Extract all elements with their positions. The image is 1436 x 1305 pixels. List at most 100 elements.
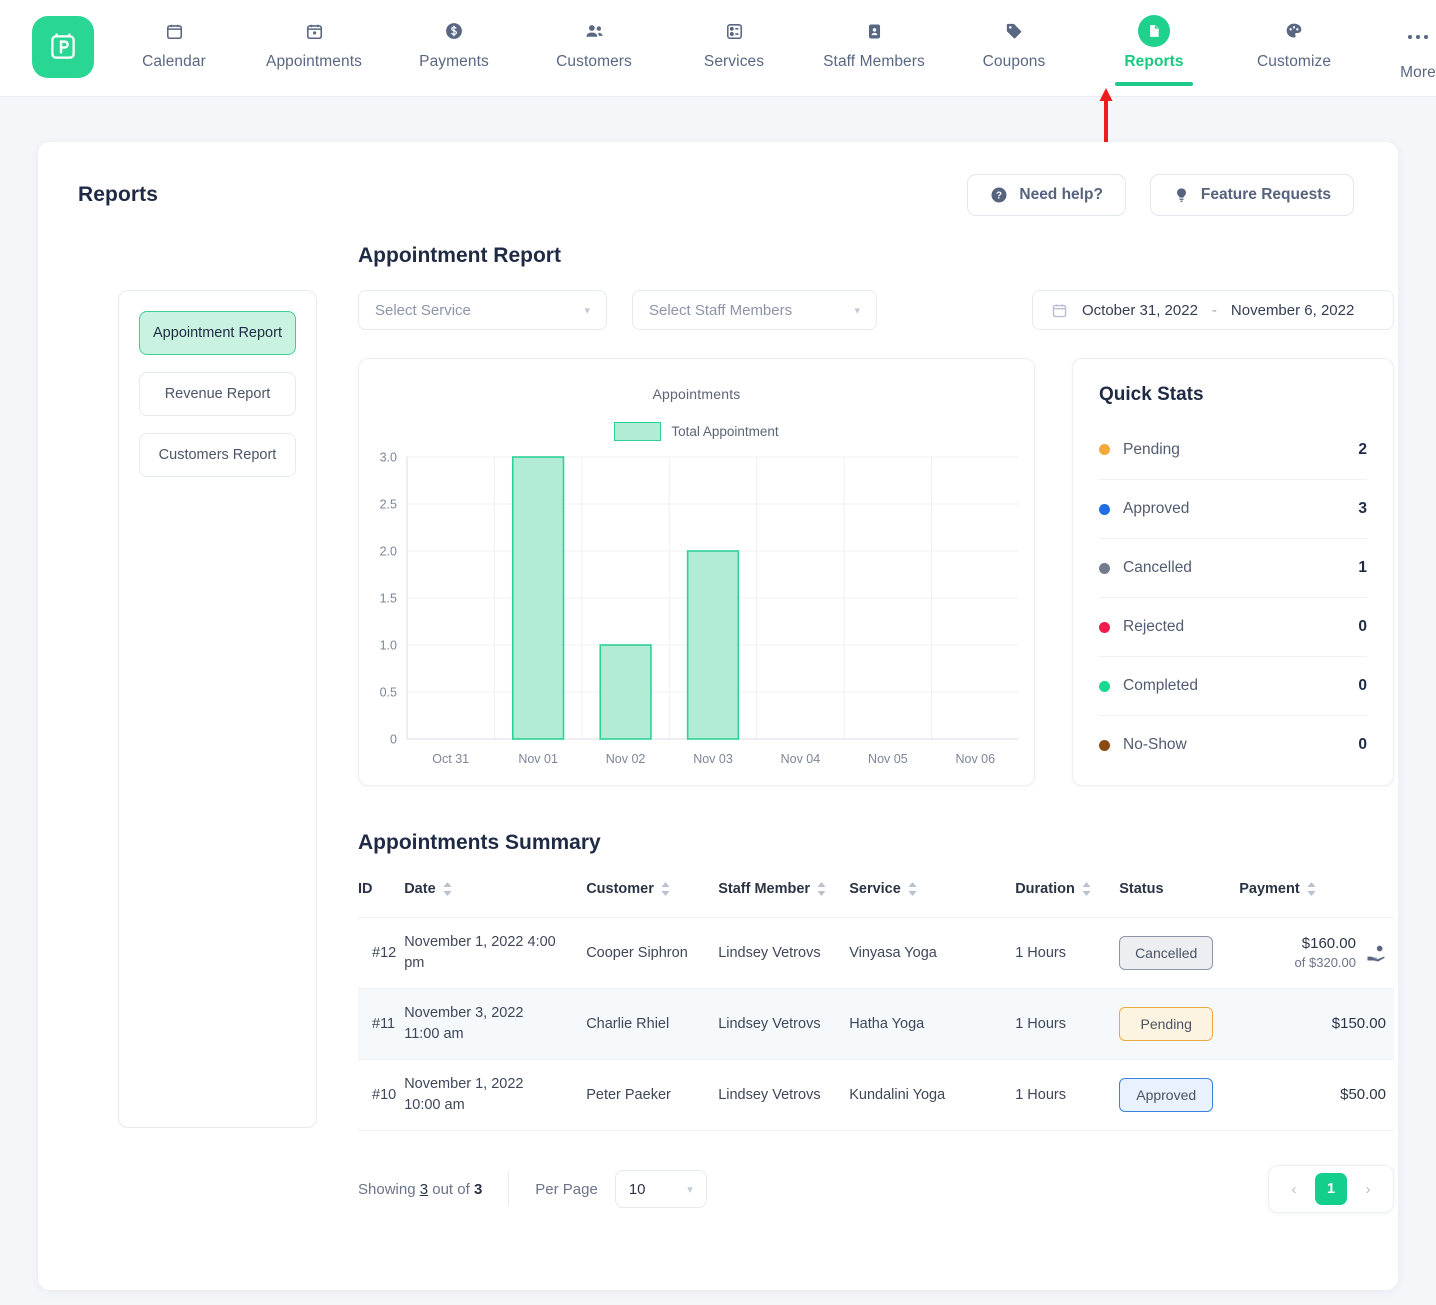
quick-stat-row: Rejected0 xyxy=(1099,597,1367,656)
status-dot-icon xyxy=(1099,622,1110,633)
quick-stats-card: Quick Stats Pending2Approved3Cancelled1R… xyxy=(1072,358,1394,786)
nav-items: Calendar Appointments Payments Customers xyxy=(104,0,1436,82)
sidebar-item-revenue-report[interactable]: Revenue Report xyxy=(139,372,296,416)
table-row[interactable]: #10November 1, 2022 10:00 amPeter Paeker… xyxy=(358,1060,1394,1131)
nav-item-services[interactable]: Services xyxy=(664,0,804,71)
sort-arrows-icon[interactable] xyxy=(661,882,670,896)
date-separator: - xyxy=(1212,302,1217,319)
sort-arrows-icon[interactable] xyxy=(817,882,826,896)
cell-service: Kundalini Yoga xyxy=(849,1060,1015,1131)
customers-icon xyxy=(584,16,605,46)
payment-amount: $160.00of $320.00 xyxy=(1295,933,1356,974)
legend-label: Total Appointment xyxy=(671,424,778,439)
active-tab-underline xyxy=(1115,82,1193,86)
report-main: Select Service ▾ Select Staff Members ▾ … xyxy=(358,290,1394,1223)
status-dot-icon xyxy=(1099,740,1110,751)
x-axis-tick-label: Nov 01 xyxy=(518,752,558,766)
select-staff-dropdown[interactable]: Select Staff Members ▾ xyxy=(632,290,877,330)
y-axis-tick-label: 1.5 xyxy=(380,592,397,606)
per-page-select[interactable]: 10 ▾ xyxy=(615,1170,707,1208)
cell-payment: $160.00of $320.00 xyxy=(1239,918,1394,989)
sidebar-item-customers-report[interactable]: Customers Report xyxy=(139,433,296,477)
cell-date: November 3, 2022 11:00 am xyxy=(404,989,586,1060)
cell-customer: Cooper Siphron xyxy=(586,918,718,989)
nav-item-reports[interactable]: Reports xyxy=(1084,0,1224,71)
date-from: October 31, 2022 xyxy=(1082,302,1198,319)
feature-requests-button[interactable]: Feature Requests xyxy=(1150,174,1354,216)
sort-arrows-icon[interactable] xyxy=(1307,882,1316,896)
nav-item-calendar[interactable]: Calendar xyxy=(104,0,244,71)
sort-arrows-icon[interactable] xyxy=(443,882,452,896)
quick-stats-rows: Pending2Approved3Cancelled1Rejected0Comp… xyxy=(1099,420,1367,774)
cell-duration: 1 Hours xyxy=(1015,1060,1119,1131)
pagination-next-button[interactable]: › xyxy=(1353,1174,1383,1204)
select-service-dropdown[interactable]: Select Service ▾ xyxy=(358,290,607,330)
y-axis-tick-label: 0 xyxy=(390,733,397,747)
showing-prefix: Showing xyxy=(358,1181,416,1198)
column-header-payment[interactable]: Payment xyxy=(1239,881,1394,918)
cell-customer: Peter Paeker xyxy=(586,1060,718,1131)
status-dot-icon xyxy=(1099,444,1110,455)
x-axis-tick-label: Nov 06 xyxy=(955,752,995,766)
quick-stat-label: Approved xyxy=(1123,500,1189,518)
nav-item-payments[interactable]: Payments xyxy=(384,0,524,71)
top-navigation-bar: Calendar Appointments Payments Customers xyxy=(0,0,1436,97)
nav-item-more[interactable]: More xyxy=(1364,0,1436,82)
need-help-label: Need help? xyxy=(1019,186,1103,204)
column-header-duration[interactable]: Duration xyxy=(1015,881,1119,918)
y-axis-tick-label: 3.0 xyxy=(380,451,397,465)
payment-amount: $150.00 xyxy=(1332,1013,1386,1035)
quick-stat-row: Approved3 xyxy=(1099,479,1367,538)
column-header-date[interactable]: Date xyxy=(404,881,586,918)
nav-item-staff-members[interactable]: Staff Members xyxy=(804,0,944,71)
cell-date: November 1, 2022 4:00 pm xyxy=(404,918,586,989)
pagination-page-1[interactable]: 1 xyxy=(1315,1173,1347,1205)
nav-item-customize[interactable]: Customize xyxy=(1224,0,1364,71)
sidebar-item-appointment-report[interactable]: Appointment Report xyxy=(139,311,296,355)
column-header-service[interactable]: Service xyxy=(849,881,1015,918)
need-help-button[interactable]: ? Need help? xyxy=(967,174,1126,216)
status-badge[interactable]: Approved xyxy=(1119,1078,1213,1112)
sort-arrows-icon[interactable] xyxy=(1082,882,1091,896)
table-row[interactable]: #12November 1, 2022 4:00 pmCooper Siphro… xyxy=(358,918,1394,989)
column-header-customer[interactable]: Customer xyxy=(586,881,718,918)
y-axis-tick-label: 2.5 xyxy=(380,498,397,512)
column-header-staff-member[interactable]: Staff Member xyxy=(718,881,849,918)
y-axis-tick-label: 2.0 xyxy=(380,545,397,559)
column-header-label: Date xyxy=(404,881,435,897)
table-row[interactable]: #11November 3, 2022 11:00 amCharlie Rhie… xyxy=(358,989,1394,1060)
nav-item-customers[interactable]: Customers xyxy=(524,0,664,71)
nav-label: Appointments xyxy=(266,53,362,71)
reports-page-card: Reports ? Need help? Feature Requests Ap… xyxy=(38,142,1398,1290)
x-axis-tick-label: Nov 02 xyxy=(606,752,646,766)
cell-staff-member: Lindsey Vetrovs xyxy=(718,1060,849,1131)
y-axis-tick-label: 0.5 xyxy=(380,686,397,700)
tag-icon xyxy=(1004,16,1024,46)
quick-stat-value: 2 xyxy=(1358,441,1367,459)
chart-and-stats-row: Appointments Total Appointment 00.51.01.… xyxy=(358,358,1394,786)
payment-cell: $160.00of $320.00 xyxy=(1239,933,1386,974)
app-logo[interactable] xyxy=(32,16,94,78)
nav-item-appointments[interactable]: Appointments xyxy=(244,0,384,71)
status-badge[interactable]: Cancelled xyxy=(1119,936,1213,970)
page-title: Reports xyxy=(78,183,158,207)
lightbulb-icon xyxy=(1173,186,1190,204)
svg-text:?: ? xyxy=(996,190,1002,201)
sort-arrows-icon[interactable] xyxy=(908,882,917,896)
hand-coin-icon[interactable] xyxy=(1366,943,1386,963)
status-badge[interactable]: Pending xyxy=(1119,1007,1213,1041)
select-staff-value: Select Staff Members xyxy=(649,302,792,319)
date-range-picker[interactable]: October 31, 2022 - November 6, 2022 xyxy=(1032,290,1394,330)
status-dot-icon xyxy=(1099,563,1110,574)
calendar-icon xyxy=(165,16,184,46)
nav-label: Reports xyxy=(1124,53,1183,71)
quick-stat-label: Rejected xyxy=(1123,618,1184,636)
page-header: Reports ? Need help? Feature Requests xyxy=(38,142,1398,216)
nav-label: More xyxy=(1400,64,1436,82)
chart-bar xyxy=(513,457,564,739)
showing-count-label: Showing 3 out of 3 xyxy=(358,1181,508,1198)
header-actions: ? Need help? Feature Requests xyxy=(967,174,1354,216)
pagination-prev-button[interactable]: ‹ xyxy=(1279,1174,1309,1204)
nav-item-coupons[interactable]: Coupons xyxy=(944,0,1084,71)
feature-requests-label: Feature Requests xyxy=(1201,186,1331,204)
